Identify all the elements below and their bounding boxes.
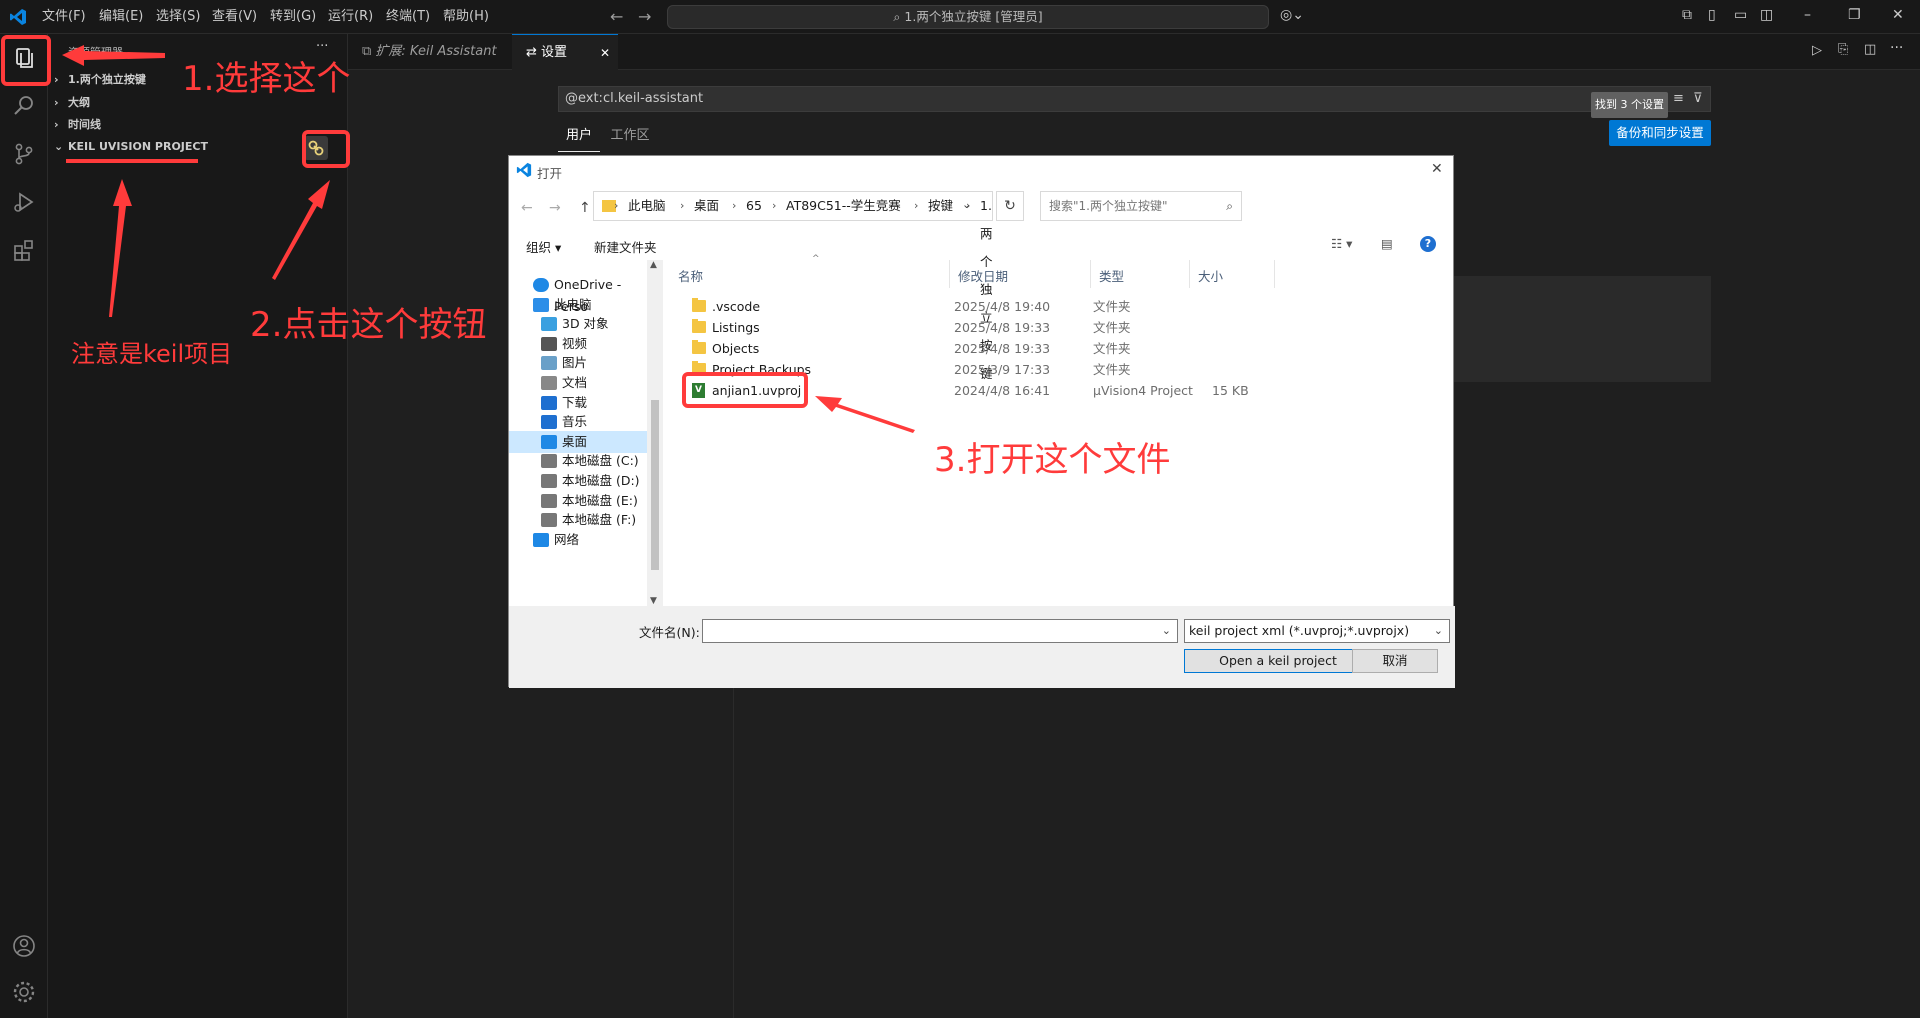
annotation-arrows <box>62 45 915 433</box>
annotation-step1: 1.选择这个 <box>182 59 351 99</box>
annotation-keil-note: 注意是keil项目 <box>71 340 233 368</box>
annotation-step3: 3.打开这个文件 <box>934 440 1171 480</box>
arrow-step3 <box>815 396 915 433</box>
arrow-step2 <box>272 180 330 280</box>
annotation-step2: 2.点击这个按钮 <box>250 305 487 345</box>
arrow-step1 <box>62 45 165 66</box>
arrow-keil-note <box>109 179 132 317</box>
